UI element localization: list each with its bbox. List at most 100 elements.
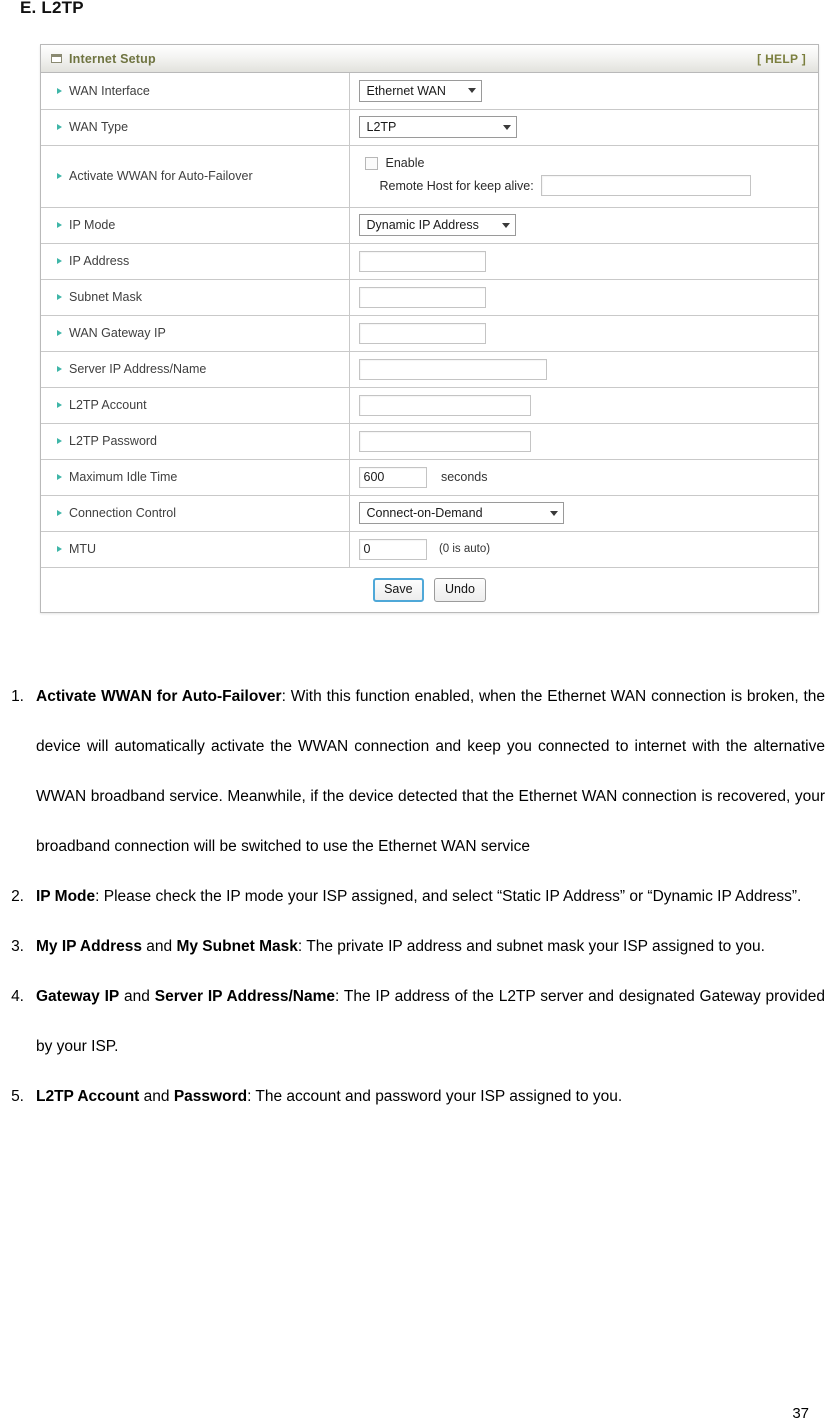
mtu-hint: (0 is auto) (438, 543, 491, 555)
value-cell: L2TP (349, 109, 818, 145)
value-cell (349, 387, 818, 423)
enable-checkbox-row: Enable (364, 156, 819, 170)
value-cell (349, 315, 818, 351)
list-item-term: My IP Address (36, 938, 142, 955)
list-item-joiner: and (141, 938, 177, 955)
undo-button[interactable]: Undo (434, 577, 486, 602)
list-item-number: 4. (11, 988, 24, 1005)
list-item-number: 2. (11, 888, 24, 905)
page-number: 37 (792, 1405, 809, 1422)
list-item-body: IP Mode: Please check the IP mode your I… (36, 872, 827, 922)
table-row-wan-gateway-ip: WAN Gateway IP (41, 315, 818, 351)
row-label: Subnet Mask (69, 290, 142, 304)
row-label: WAN Type (69, 120, 129, 134)
bullet-triangle-icon (57, 87, 62, 94)
value-cell: Dynamic IP Address (349, 207, 818, 243)
table-row-l2tp-account: L2TP Account (41, 387, 818, 423)
list-item: 5. L2TP Account and Password: The accoun… (0, 1072, 827, 1122)
wan-type-select[interactable]: L2TP (358, 116, 517, 138)
row-label: MTU (69, 542, 97, 556)
help-link[interactable]: [ HELP ] (757, 52, 806, 66)
list-item: 4. Gateway IP and Server IP Address/Name… (0, 972, 827, 1072)
mtu-input[interactable]: 0 (358, 538, 427, 560)
wan-gateway-ip-input[interactable] (358, 322, 486, 344)
label-cell: L2TP Password (41, 423, 350, 459)
bullet-triangle-icon (57, 258, 62, 264)
chevron-down-icon (502, 124, 511, 130)
enable-checkbox[interactable] (364, 156, 378, 170)
row-label: IP Address (69, 254, 130, 268)
list-item: 1. Activate WWAN for Auto-Failover: With… (0, 672, 827, 872)
server-ip-input[interactable] (358, 358, 547, 380)
list-item-body: My IP Address and My Subnet Mask: The pr… (36, 922, 827, 972)
chevron-down-icon (501, 222, 510, 228)
value-cell: Enable Remote Host for keep alive: (349, 145, 818, 207)
buttons-cell: Save Undo (41, 567, 818, 612)
row-label: L2TP Password (69, 434, 158, 448)
value-cell (349, 243, 818, 279)
wan-interface-select[interactable]: Ethernet WAN (358, 79, 482, 102)
table-row-ip-mode: IP Mode Dynamic IP Address (41, 207, 818, 243)
bullet-triangle-icon (57, 222, 62, 228)
subnet-mask-input[interactable] (358, 286, 486, 308)
table-row-wan-type: WAN Type L2TP (41, 109, 818, 145)
description-list: 1. Activate WWAN for Auto-Failover: With… (0, 672, 827, 1122)
label-cell: L2TP Account (41, 387, 350, 423)
label-cell: IP Address (41, 243, 350, 279)
table-row-mtu: MTU 0 (0 is auto) (41, 531, 818, 567)
value-cell: Ethernet WAN (349, 73, 818, 109)
list-item: 3. My IP Address and My Subnet Mask: The… (0, 922, 827, 972)
table-row-l2tp-password: L2TP Password (41, 423, 818, 459)
table-row-subnet-mask: Subnet Mask (41, 279, 818, 315)
list-item-term-2: My Subnet Mask (176, 938, 298, 955)
wan-interface-select-value: Ethernet WAN (366, 83, 446, 98)
label-cell: Maximum Idle Time (41, 459, 350, 495)
bullet-triangle-icon (57, 330, 62, 336)
table-row-buttons: Save Undo (41, 567, 818, 612)
label-cell: Activate WWAN for Auto-Failover (41, 145, 350, 207)
list-item-term-2: Server IP Address/Name (154, 988, 336, 1005)
bullet-triangle-icon (57, 173, 62, 179)
value-cell: Connect-on-Demand (349, 495, 818, 531)
panel-header-left: Internet Setup (51, 52, 156, 66)
bullet-triangle-icon (57, 474, 62, 480)
row-label: WAN Interface (69, 83, 150, 98)
table-row-wan-interface: WAN Interface Ethernet WAN (41, 73, 818, 109)
list-item-term: Activate WWAN for Auto-Failover (36, 688, 282, 705)
table-row-server-ip: Server IP Address/Name (41, 351, 818, 387)
list-item-number: 3. (11, 938, 24, 955)
table-row-maximum-idle-time: Maximum Idle Time 600 seconds (41, 459, 818, 495)
settings-table: WAN Interface Ethernet WAN WAN Type L2TP… (41, 73, 818, 612)
bullet-triangle-icon (57, 402, 62, 408)
list-item-term: Gateway IP (36, 988, 120, 1005)
list-item-number: 1. (11, 688, 24, 705)
row-label: IP Mode (69, 218, 116, 232)
ip-address-input[interactable] (358, 250, 486, 272)
list-item-term: L2TP Account (36, 1088, 140, 1105)
ip-mode-select[interactable]: Dynamic IP Address (358, 214, 516, 236)
l2tp-password-input[interactable] (358, 430, 531, 452)
list-item-text: : Please check the IP mode your ISP assi… (95, 888, 802, 905)
row-label: Activate WWAN for Auto-Failover (69, 169, 253, 183)
maximum-idle-time-input[interactable]: 600 (358, 466, 427, 488)
maximum-idle-time-unit: seconds (440, 470, 488, 484)
row-label: Maximum Idle Time (69, 470, 178, 484)
bullet-triangle-icon (57, 366, 62, 372)
page-title: E. L2TP (20, 0, 84, 17)
remote-host-input[interactable] (540, 175, 751, 196)
list-item: 2. IP Mode: Please check the IP mode you… (0, 872, 827, 922)
l2tp-account-input[interactable] (358, 394, 531, 416)
connection-control-select[interactable]: Connect-on-Demand (358, 502, 564, 524)
save-button[interactable]: Save (373, 577, 424, 602)
list-item-text: : With this function enabled, when the E… (36, 688, 826, 855)
label-cell: MTU (41, 531, 350, 567)
label-cell: WAN Gateway IP (41, 315, 350, 351)
list-item-text: : The account and password your ISP assi… (247, 1088, 623, 1105)
panel-header: Internet Setup [ HELP ] (41, 45, 818, 73)
bullet-triangle-icon (57, 546, 62, 552)
label-cell: Server IP Address/Name (41, 351, 350, 387)
list-item-body: Gateway IP and Server IP Address/Name: T… (36, 972, 827, 1072)
value-cell (349, 423, 818, 459)
row-label: WAN Gateway IP (69, 326, 166, 340)
list-item-body: Activate WWAN for Auto-Failover: With th… (36, 672, 827, 872)
